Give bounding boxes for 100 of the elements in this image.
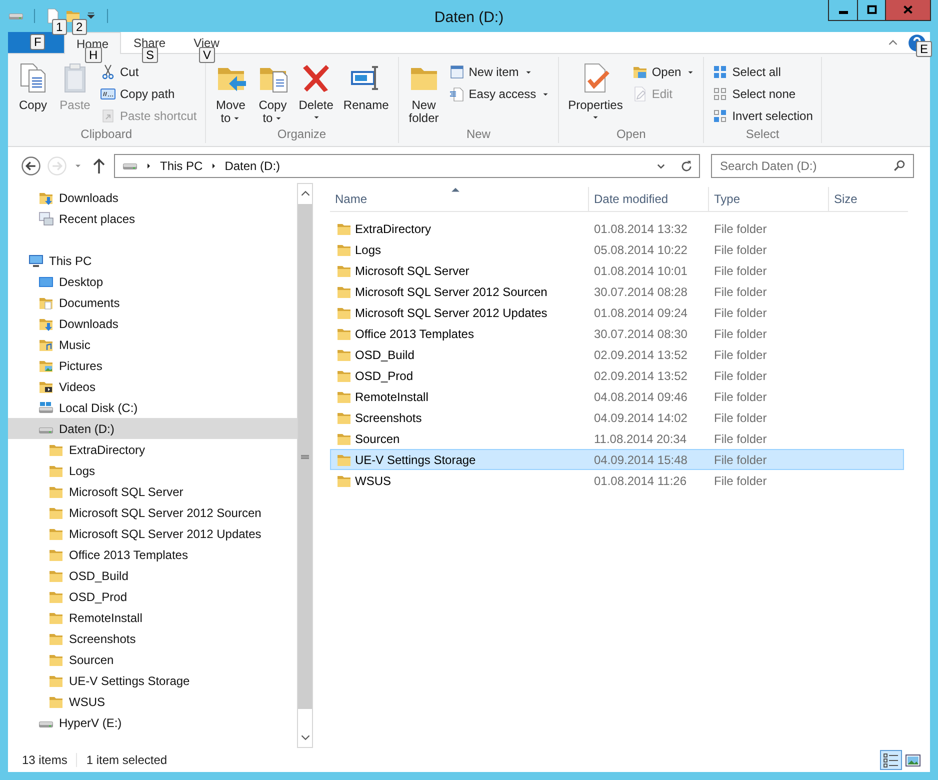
breadcrumb-item[interactable]: This PC — [160, 159, 203, 173]
tree-item[interactable]: OSD_Prod — [8, 586, 297, 607]
selection-count: 1 item selected — [86, 753, 168, 767]
file-name: OSD_Build — [355, 348, 414, 362]
tree-item[interactable]: UE-V Settings Storage — [8, 670, 297, 691]
ribbon-button[interactable]: New item — [446, 61, 554, 83]
ribbon-button[interactable]: Select all — [709, 61, 816, 83]
ribbon-button[interactable]: Move to — [210, 60, 251, 127]
file-row[interactable]: Office 2013 Templates 30.07.2014 08:30 File folder — [330, 323, 904, 344]
file-row[interactable]: Sourcen 11.08.2014 20:34 File folder — [330, 428, 904, 449]
refresh-icon — [680, 160, 692, 172]
drive-icon — [8, 12, 24, 20]
breadcrumb-item[interactable]: Daten (D:) — [224, 159, 280, 173]
date-modified: 11.08.2014 20:34 — [594, 432, 687, 446]
tree-item[interactable]: ExtraDirectory — [8, 439, 297, 460]
tree-item[interactable]: Pictures — [8, 355, 297, 376]
tree-item[interactable]: Microsoft SQL Server 2012 Sourcen — [8, 502, 297, 523]
ribbon-button[interactable]: Properties — [564, 60, 627, 127]
file-type: File folder — [714, 452, 767, 466]
tree-item[interactable]: Sourcen — [8, 649, 297, 670]
tree-item[interactable]: RemoteInstall — [8, 607, 297, 628]
date-modified: 01.08.2014 11:26 — [594, 474, 687, 488]
ribbon-button[interactable]: Select none — [709, 83, 816, 105]
tree-item[interactable]: Microsoft SQL Server — [8, 481, 297, 502]
date-modified: 02.09.2014 13:52 — [594, 348, 688, 362]
file-name: WSUS — [355, 474, 391, 488]
column-header[interactable]: Size — [829, 187, 908, 211]
breadcrumb-arrow-icon — [210, 162, 218, 170]
tree-item[interactable]: Documents — [8, 292, 297, 313]
address-field[interactable]: This PC Daten (D:) — [114, 154, 700, 178]
tree-item[interactable]: Downloads — [8, 187, 297, 208]
date-modified: 01.08.2014 13:32 — [594, 222, 688, 236]
scissors-icon — [100, 64, 116, 80]
tree-item[interactable]: OSD_Build — [8, 565, 297, 586]
file-row[interactable]: RemoteInstall 04.08.2014 09:46 File folder — [330, 386, 904, 407]
keytip-tooltip: S — [142, 47, 158, 63]
tree-item[interactable]: Videos — [8, 376, 297, 397]
file-row[interactable]: Microsoft SQL Server 2012 Updates 01.08.2014 09:24 File folder — [330, 302, 904, 323]
recent-places-icon — [38, 210, 54, 226]
file-name: Office 2013 Templates — [355, 326, 474, 340]
ribbon-button[interactable]: Invert selection — [709, 105, 816, 127]
file-name: Screenshots — [355, 410, 422, 424]
group-label: Select — [744, 127, 780, 143]
file-name: Logs — [355, 242, 382, 256]
file-row[interactable]: OSD_Build 02.09.2014 13:52 File folder — [330, 344, 904, 365]
tree-item[interactable]: Music — [8, 334, 297, 355]
tree-item[interactable]: Desktop — [8, 271, 297, 292]
tree-item[interactable]: Screenshots — [8, 628, 297, 649]
keytip-tooltip: H — [85, 47, 102, 63]
group-label: Organize — [276, 127, 328, 143]
path-icon — [100, 86, 116, 102]
tree-item[interactable]: Local Disk (C:) — [8, 397, 297, 418]
file-row[interactable]: Logs 05.08.2014 10:22 File folder — [330, 239, 904, 260]
file-type: File folder — [714, 474, 767, 488]
file-type: File folder — [714, 368, 767, 382]
file-row[interactable]: Microsoft SQL Server 2012 Sourcen 30.07.2014 08:28 File folder — [330, 281, 904, 302]
tree-item[interactable]: Recent places — [8, 208, 297, 229]
ribbon-button[interactable]: Copy path — [97, 83, 200, 105]
ribbon-button[interactable]: Copy — [13, 60, 53, 127]
file-row[interactable]: ExtraDirectory 01.08.2014 13:32 File folder — [330, 218, 904, 239]
group-label: New — [465, 127, 492, 143]
maximize-icon — [866, 4, 878, 16]
file-name: Microsoft SQL Server 2012 Updates — [355, 306, 548, 320]
page-pencil-icon — [632, 86, 648, 102]
close-button[interactable] — [885, 0, 930, 20]
ribbon-button[interactable]: New folder — [404, 60, 444, 127]
tree-item[interactable]: WSUS — [8, 691, 297, 712]
ribbon-button[interactable]: Rename — [339, 60, 393, 127]
new-item-icon — [448, 64, 465, 80]
tree-item[interactable]: HyperV (E:) — [8, 712, 297, 733]
scrollbar-thumb[interactable] — [298, 204, 312, 709]
ribbon-button[interactable]: Cut — [97, 61, 200, 83]
column-header[interactable]: Name — [330, 187, 589, 211]
file-row[interactable]: OSD_Prod 02.09.2014 13:52 File folder — [330, 365, 904, 386]
search-field[interactable]: Search Daten (D:) — [711, 154, 914, 178]
tree-item[interactable]: This PC — [8, 250, 297, 271]
ribbon-button[interactable]: Open — [628, 61, 698, 83]
date-modified: 02.09.2014 13:52 — [594, 368, 688, 382]
file-type: File folder — [714, 306, 767, 320]
picture-icon — [905, 752, 921, 768]
ribbon-button[interactable]: Copy to — [252, 60, 293, 127]
tree-item[interactable]: Logs — [8, 460, 297, 481]
file-row[interactable]: Screenshots 04.09.2014 14:02 File folder — [330, 407, 904, 428]
column-header[interactable]: Type — [709, 187, 829, 211]
tree-item[interactable]: Microsoft SQL Server 2012 Updates — [8, 523, 297, 544]
tree-item[interactable]: Downloads — [8, 313, 297, 334]
file-type: File folder — [714, 222, 767, 236]
file-row[interactable]: WSUS 01.08.2014 11:26 File folder — [330, 470, 904, 491]
file-row[interactable]: Microsoft SQL Server 01.08.2014 10:01 File folder — [330, 260, 904, 281]
close-icon — [902, 4, 914, 16]
column-header[interactable]: Date modified — [589, 187, 709, 211]
file-row[interactable]: UE-V Settings Storage 04.09.2014 15:48 File folder — [330, 449, 904, 470]
ribbon-button[interactable]: Delete — [294, 60, 338, 127]
page-lines-icon — [448, 86, 465, 102]
ribbon-button[interactable]: Easy access — [446, 83, 554, 105]
tree-item[interactable]: Daten (D:) — [8, 418, 297, 439]
file-type: File folder — [714, 242, 767, 256]
tree-item[interactable]: Office 2013 Templates — [8, 544, 297, 565]
details-view-button[interactable] — [880, 750, 902, 770]
scrollbar[interactable] — [297, 183, 313, 748]
